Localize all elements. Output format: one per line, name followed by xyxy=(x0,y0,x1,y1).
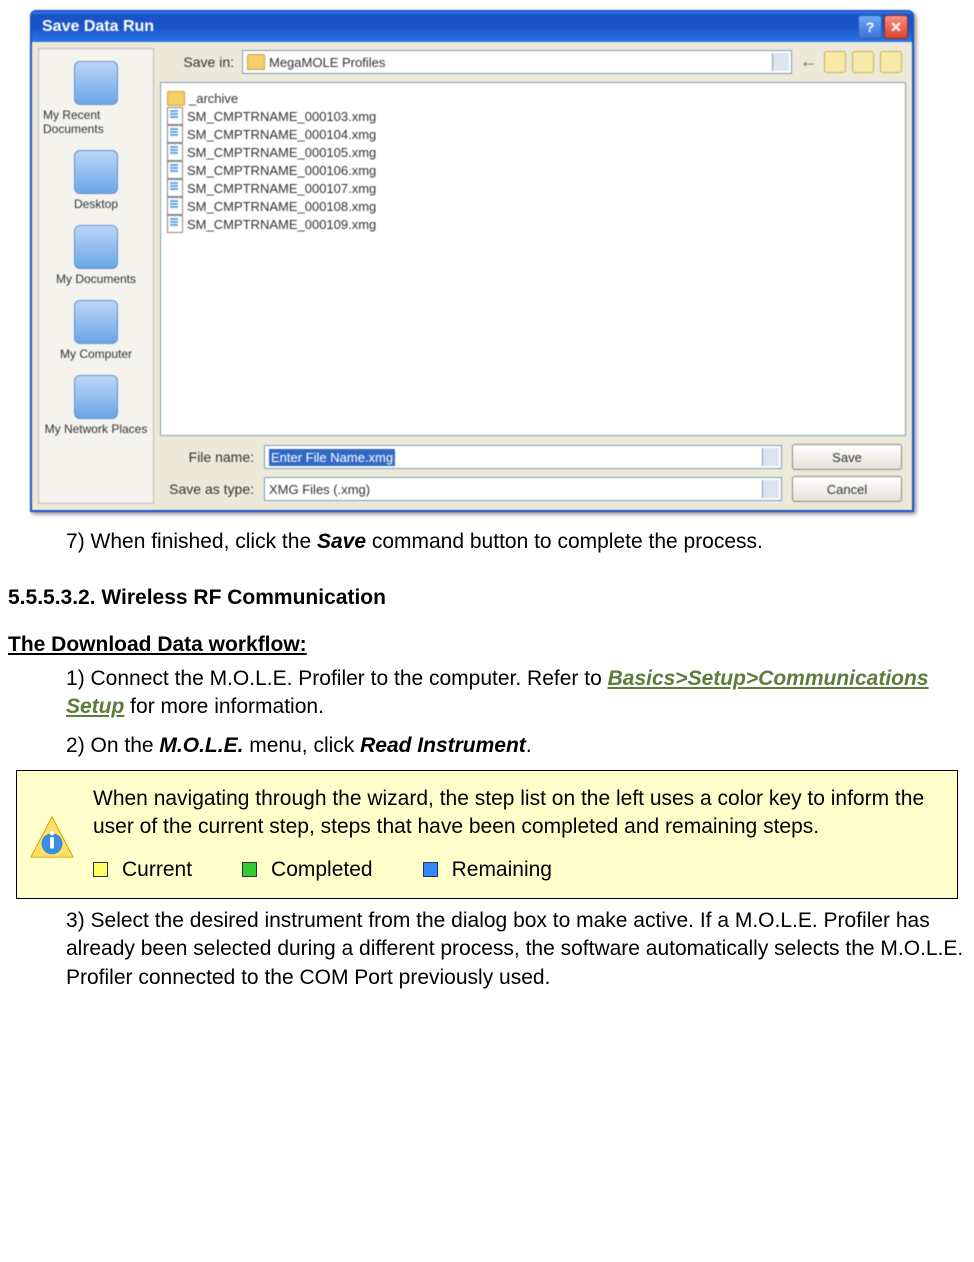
step-2-text-b: menu, click xyxy=(243,734,360,757)
file-icon xyxy=(167,143,183,161)
legend-current-label: Current xyxy=(122,858,192,881)
dialog-toolbar: ← xyxy=(800,51,902,73)
step-7: When finished, click the Save command bu… xyxy=(60,528,968,556)
note-content: When navigating through the wizard, the … xyxy=(93,785,945,884)
step-7-text-b: command button to complete the process. xyxy=(366,530,763,553)
places-bar: My Recent Documents Desktop My Documents… xyxy=(38,48,154,504)
list-item-label: SM_CMPTRNAME_000107.xmg xyxy=(187,181,376,196)
place-label: My Documents xyxy=(56,272,136,286)
place-computer[interactable]: My Computer xyxy=(41,294,151,367)
legend-completed-label: Completed xyxy=(271,858,373,881)
save-in-label: Save in: xyxy=(164,54,234,70)
step-2-bold-b: Read Instrument xyxy=(360,734,526,757)
list-item[interactable]: SM_CMPTRNAME_000107.xmg xyxy=(167,179,899,197)
place-label: My Recent Documents xyxy=(43,108,149,136)
place-documents[interactable]: My Documents xyxy=(41,219,151,292)
list-item-label: SM_CMPTRNAME_000106.xmg xyxy=(187,163,376,178)
place-label: My Computer xyxy=(60,347,132,361)
dialog-image-wrapper: Save Data Run ? ✕ My Recent Documents De… xyxy=(30,10,944,512)
list-item[interactable]: SM_CMPTRNAME_000105.xmg xyxy=(167,143,899,161)
list-item[interactable]: SM_CMPTRNAME_000103.xmg xyxy=(167,107,899,125)
save-in-value: MegaMOLE Profiles xyxy=(269,55,385,70)
titlebar: Save Data Run ? ✕ xyxy=(32,12,912,42)
step-3: Select the desired instrument from the d… xyxy=(60,907,968,992)
save-in-combo[interactable]: MegaMOLE Profiles xyxy=(242,50,792,74)
file-icon xyxy=(167,215,183,233)
place-network[interactable]: My Network Places xyxy=(41,369,151,442)
save-type-combo[interactable]: XMG Files (.xmg) xyxy=(264,477,782,501)
legend-current: Current xyxy=(93,856,192,884)
list-item[interactable]: SM_CMPTRNAME_000109.xmg xyxy=(167,215,899,233)
step-2-bold-a: M.O.L.E. xyxy=(159,734,243,757)
list-folder[interactable]: _archive xyxy=(167,89,899,107)
list-item[interactable]: SM_CMPTRNAME_000106.xmg xyxy=(167,161,899,179)
save-type-value: XMG Files (.xmg) xyxy=(269,482,370,497)
file-name-value: Enter File Name.xmg xyxy=(269,449,395,466)
list-item[interactable]: SM_CMPTRNAME_000104.xmg xyxy=(167,125,899,143)
note-box: When navigating through the wizard, the … xyxy=(16,770,958,899)
new-folder-icon[interactable] xyxy=(852,51,874,73)
place-desktop[interactable]: Desktop xyxy=(41,144,151,217)
help-button[interactable]: ? xyxy=(858,15,882,39)
save-type-label: Save as type: xyxy=(164,481,254,497)
square-green-icon xyxy=(242,862,257,877)
square-blue-icon xyxy=(423,862,438,877)
file-icon xyxy=(167,125,183,143)
close-button[interactable]: ✕ xyxy=(884,15,908,39)
color-legend: Current Completed Remaining xyxy=(93,856,945,884)
save-button-label: Save xyxy=(832,450,862,465)
list-item-label: SM_CMPTRNAME_000104.xmg xyxy=(187,127,376,142)
square-yellow-icon xyxy=(93,862,108,877)
file-name-label: File name: xyxy=(164,449,254,465)
step-7-text-a: When finished, click the xyxy=(91,530,317,553)
step-3-text: Select the desired instrument from the d… xyxy=(66,909,963,989)
back-icon[interactable]: ← xyxy=(800,51,818,73)
step-1-text-b: for more information. xyxy=(124,695,324,718)
up-folder-icon[interactable] xyxy=(824,51,846,73)
save-dialog: Save Data Run ? ✕ My Recent Documents De… xyxy=(30,10,914,512)
note-text: When navigating through the wizard, the … xyxy=(93,785,945,842)
section-heading: 5.5.5.3.2. Wireless RF Communication xyxy=(8,584,968,612)
file-icon xyxy=(167,161,183,179)
legend-remaining: Remaining xyxy=(423,856,552,884)
folder-icon xyxy=(167,91,185,106)
list-item-label: SM_CMPTRNAME_000103.xmg xyxy=(187,109,376,124)
step-2: On the M.O.L.E. menu, click Read Instrum… xyxy=(60,732,968,760)
workflow-heading: The Download Data workflow: xyxy=(8,631,968,659)
step-2-text-c: . xyxy=(526,734,532,757)
file-icon xyxy=(167,107,183,125)
step-7-bold: Save xyxy=(317,530,366,553)
folder-icon xyxy=(247,54,265,70)
list-item-label: _archive xyxy=(189,91,238,106)
place-recent[interactable]: My Recent Documents xyxy=(41,55,151,142)
list-item-label: SM_CMPTRNAME_000108.xmg xyxy=(187,199,376,214)
step-1-text-a: Connect the M.O.L.E. Profiler to the com… xyxy=(91,667,608,690)
file-list[interactable]: _archive SM_CMPTRNAME_000103.xmg SM_CMPT… xyxy=(160,82,906,436)
save-button[interactable]: Save xyxy=(792,444,902,470)
place-label: My Network Places xyxy=(45,422,148,436)
step-1: Connect the M.O.L.E. Profiler to the com… xyxy=(60,665,968,722)
list-item-label: SM_CMPTRNAME_000109.xmg xyxy=(187,217,376,232)
views-icon[interactable] xyxy=(880,51,902,73)
step-2-text-a: On the xyxy=(91,734,160,757)
info-icon xyxy=(29,815,75,861)
place-label: Desktop xyxy=(74,197,118,211)
cancel-button[interactable]: Cancel xyxy=(792,476,902,502)
legend-remaining-label: Remaining xyxy=(452,858,552,881)
file-name-input[interactable]: Enter File Name.xmg xyxy=(264,445,782,469)
file-icon xyxy=(167,179,183,197)
legend-completed: Completed xyxy=(242,856,373,884)
list-item-label: SM_CMPTRNAME_000105.xmg xyxy=(187,145,376,160)
cancel-button-label: Cancel xyxy=(827,482,867,497)
dialog-title: Save Data Run xyxy=(42,18,154,36)
file-icon xyxy=(167,197,183,215)
list-item[interactable]: SM_CMPTRNAME_000108.xmg xyxy=(167,197,899,215)
